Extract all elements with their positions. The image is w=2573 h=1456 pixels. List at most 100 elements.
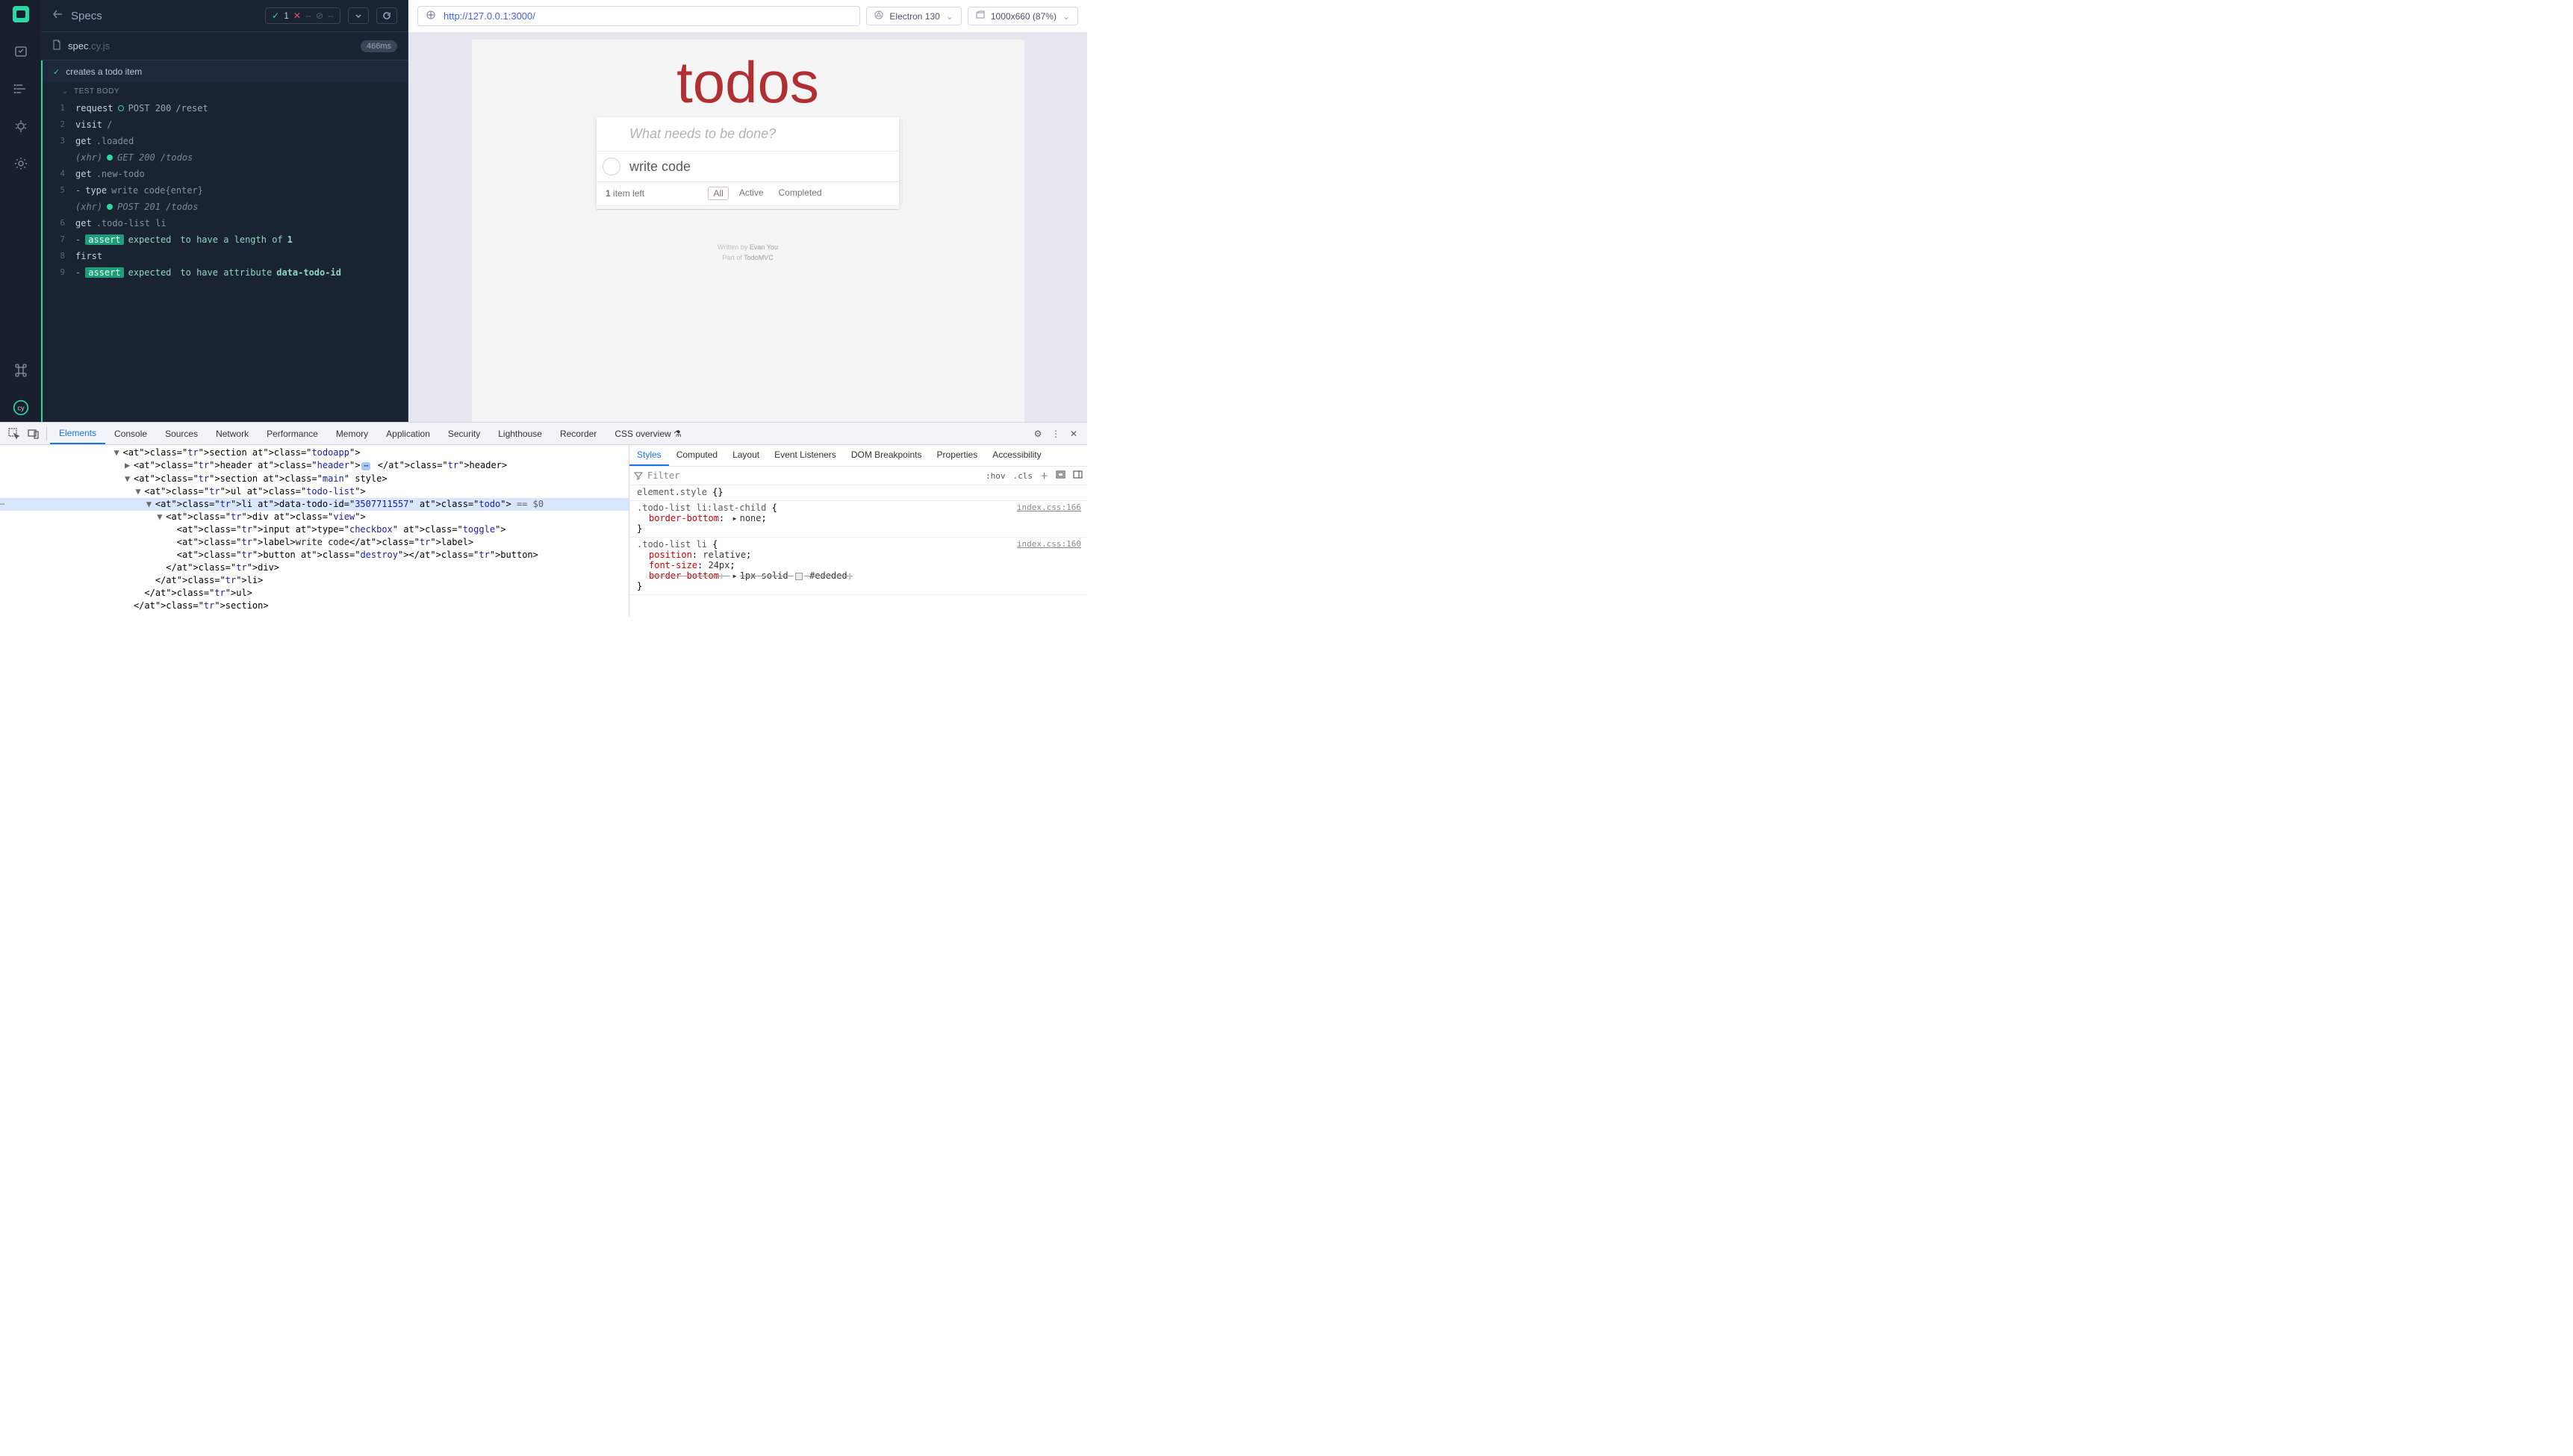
tab-elements[interactable]: Elements [50,423,105,444]
spec-panel: Specs ✓ 1 ✕ -- ⊘ -- [41,0,408,422]
hov-toggle[interactable]: :hov [986,471,1006,481]
elements-tree[interactable]: ▼<at">class="tr">section at">class="todo… [0,445,629,616]
options-button[interactable] [348,7,369,24]
nav-runs-icon[interactable] [13,43,29,60]
command-row[interactable]: 2visit / [43,116,408,133]
todo-toggle-checkbox[interactable] [603,158,620,175]
new-todo-input[interactable] [597,117,899,151]
credits-project-link[interactable]: TodoMVC [744,254,774,261]
filter-all[interactable]: All [708,187,728,200]
tab-accessibility[interactable]: Accessibility [985,445,1048,466]
selector-playground-icon[interactable] [426,10,436,22]
dom-node[interactable]: ▼<at">class="tr">ul at">class="todo-list… [0,485,629,498]
keyboard-shortcuts-icon[interactable] [13,362,29,379]
styles-filter[interactable]: Filter [634,470,978,481]
pass-count: 1 [284,10,289,21]
tab-recorder[interactable]: Recorder [551,424,606,444]
command-row[interactable]: 6get .todo-list li [43,215,408,231]
tab-computed[interactable]: Computed [669,445,725,466]
inspect-element-icon[interactable] [4,428,24,440]
chevron-down-icon: ⌄ [62,87,69,96]
dom-node[interactable]: </at">class="tr">li> [0,574,629,587]
tab-application[interactable]: Application [377,424,439,444]
tab-security[interactable]: Security [439,424,489,444]
back-icon[interactable] [52,8,63,23]
tab-sources[interactable]: Sources [156,424,207,444]
command-row[interactable]: 5-type write code{enter} [43,182,408,199]
test-section-label[interactable]: ⌄ TEST BODY [43,83,408,100]
pending-icon: ⊘ [316,10,323,21]
dom-node[interactable]: </at">class="tr">div> [0,561,629,574]
style-rule[interactable]: index.css:160.todo-list li {position: re… [629,538,1087,595]
devtools-more-icon[interactable]: ⋮ [1047,429,1065,439]
spec-file-row[interactable]: spec.cy.js 466ms [41,31,408,60]
command-row[interactable]: 8first [43,248,408,264]
computed-sidebar-icon[interactable] [1056,470,1065,482]
viewport-selector[interactable]: 1000x660 (87%) ⌄ [968,7,1078,25]
tab-layout[interactable]: Layout [725,445,767,466]
dom-node[interactable]: <at">class="tr">input at">type="checkbox… [0,523,629,536]
tab-properties[interactable]: Properties [930,445,986,466]
tab-lighthouse[interactable]: Lighthouse [489,424,551,444]
nav-settings-icon[interactable] [13,155,29,172]
chevron-down-icon: ⌄ [946,11,953,22]
todo-filters: All Active Completed [644,187,890,200]
nav-specs-icon[interactable] [13,81,29,97]
dom-node[interactable]: <at">class="tr">button at">class="destro… [0,549,629,561]
devtools: Elements Console Sources Network Perform… [0,422,1087,616]
tab-dom-breakpoints[interactable]: DOM Breakpoints [844,445,930,466]
test-title: creates a todo item [66,66,142,77]
cypress-logo-icon[interactable]: cy [13,399,29,416]
command-row[interactable]: (xhr) GET 200 /todos [43,149,408,166]
spec-duration: 466ms [361,40,397,52]
runner-status-icon[interactable] [13,6,29,22]
dom-node[interactable]: <at">class="tr">label>write code</at">cl… [0,536,629,549]
dom-node[interactable]: ▼<at">class="tr">li at">data-todo-id="35… [0,498,629,511]
tab-css-overview[interactable]: CSS overview ⚗ [606,424,690,444]
tab-styles[interactable]: Styles [629,445,669,466]
filter-active[interactable]: Active [735,187,768,200]
run-stats: ✓ 1 ✕ -- ⊘ -- [265,7,340,24]
command-row[interactable]: 9-assert expected to have attribute data… [43,264,408,281]
command-row[interactable]: 3get .loaded [43,133,408,149]
credits-author-link[interactable]: Evan You [750,243,778,251]
todo-item-row[interactable]: write code [597,151,899,181]
svg-text:cy: cy [17,404,25,411]
filter-completed[interactable]: Completed [774,187,827,200]
nav-debug-icon[interactable] [13,118,29,134]
style-rule[interactable]: index.css:166.todo-list li:last-child {b… [629,501,1087,538]
tab-performance[interactable]: Performance [258,424,327,444]
toggle-sidebar-icon[interactable] [1073,470,1083,482]
browser-selector[interactable]: Electron 130 ⌄ [866,7,961,25]
tab-console[interactable]: Console [105,424,156,444]
tab-event-listeners[interactable]: Event Listeners [767,445,844,466]
rule-source-link[interactable]: index.css:166 [1017,503,1081,512]
styles-rules[interactable]: element.style {}index.css:166.todo-list … [629,485,1087,616]
style-rule[interactable]: element.style {} [629,485,1087,501]
test-title-row[interactable]: ✓ creates a todo item [43,60,408,83]
devtools-settings-icon[interactable]: ⚙ [1029,429,1047,439]
dom-node[interactable]: ▶<at">class="tr">header at">class="heade… [0,459,629,473]
spec-body: ✓ creates a todo item ⌄ TEST BODY 1reque… [41,60,408,422]
url-bar[interactable]: http://127.0.0.1:3000/ [417,6,860,26]
dom-node[interactable]: ▼<at">class="tr">div at">class="view"> [0,511,629,523]
credits: Written by Evan You Part of TodoMVC [472,242,1024,264]
dom-node[interactable]: </at">class="tr">section> [0,600,629,612]
dom-node[interactable]: </at">class="tr">ul> [0,587,629,600]
command-row[interactable]: 7-assert expected to have a length of 1 [43,231,408,248]
rerun-button[interactable] [376,7,397,24]
cls-toggle[interactable]: .cls [1013,471,1033,481]
rule-source-link[interactable]: index.css:160 [1017,539,1081,549]
fail-icon: ✕ [293,10,301,21]
command-row[interactable]: 1request POST 200 /reset [43,100,408,116]
tab-network[interactable]: Network [207,424,258,444]
devtools-close-icon[interactable]: ✕ [1065,429,1083,439]
dom-node[interactable]: ▼<at">class="tr">section at">class="main… [0,473,629,485]
command-row[interactable]: 4get .new-todo [43,166,408,182]
tab-memory[interactable]: Memory [327,424,377,444]
panel-title: Specs [71,10,258,22]
device-toolbar-icon[interactable] [24,428,43,440]
new-style-rule-icon[interactable]: ＋ [1040,470,1048,482]
dom-node[interactable]: ▼<at">class="tr">section at">class="todo… [0,447,629,459]
command-row[interactable]: (xhr) POST 201 /todos [43,199,408,215]
